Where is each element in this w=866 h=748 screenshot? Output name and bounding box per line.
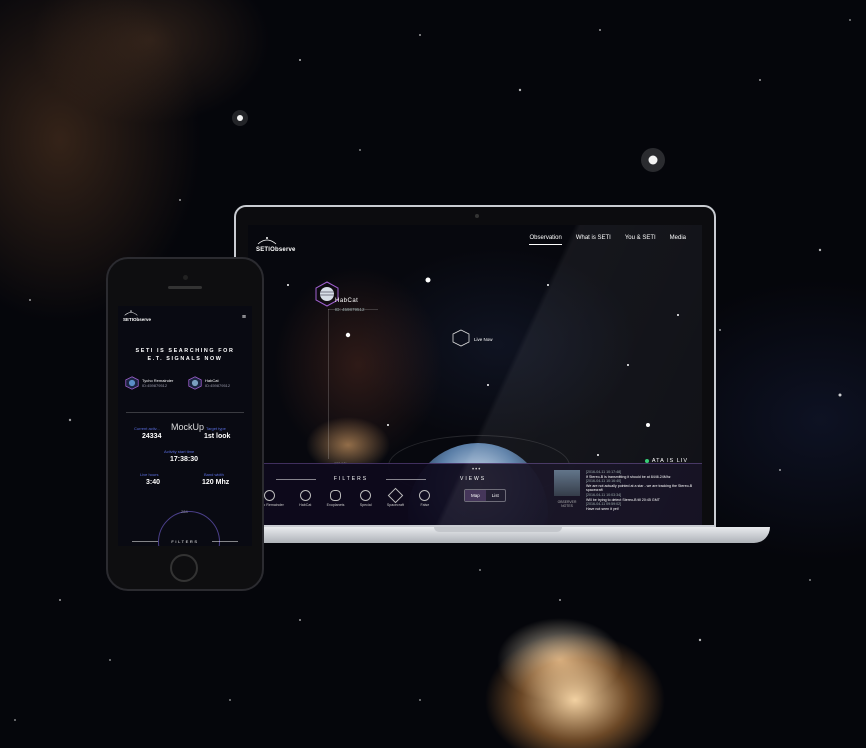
phone-target-tycho[interactable]: Tycho Remainder ID:459879512 bbox=[125, 376, 173, 390]
brand-label: SETIObserve bbox=[256, 247, 296, 253]
stat-current-label: Current activ... bbox=[134, 426, 160, 431]
phone-filters-title[interactable]: FILTERS bbox=[132, 539, 238, 544]
stat-target-value: 1st look bbox=[204, 433, 231, 440]
stat-band-value: 120 Mhz bbox=[202, 479, 230, 486]
nav-you-and-seti[interactable]: You & SETI bbox=[625, 235, 656, 245]
note-item: [2016-04-11 10:17:48] If Stereo-B is tran… bbox=[586, 470, 671, 479]
stat-start-value: 17:38:30 bbox=[170, 456, 199, 463]
stat-current-value: 24334 bbox=[142, 433, 162, 440]
notes-list: [2016-04-11 10:17:48] If Stereo-B is tran… bbox=[586, 470, 700, 511]
panel-handle[interactable]: ••• bbox=[472, 467, 481, 473]
views-toggle: Map List bbox=[464, 489, 506, 502]
laptop-camera bbox=[475, 214, 479, 218]
nav-what-is-seti[interactable]: What is SETI bbox=[576, 235, 611, 245]
nav-observation[interactable]: Observation bbox=[529, 235, 562, 245]
observer-notes-caption: OBSERVER NOTES bbox=[557, 500, 577, 508]
observer-photo bbox=[554, 470, 580, 496]
planet-icon bbox=[330, 490, 342, 501]
note-item: [2016-04-11 09:59:02] Have not seen it ye… bbox=[586, 502, 622, 511]
filter-false[interactable]: False bbox=[419, 490, 431, 507]
live-dot-icon bbox=[644, 458, 649, 463]
laptop-base bbox=[226, 527, 770, 543]
stat-start-label: Activity start time bbox=[164, 449, 195, 454]
stat-target-label: Target type bbox=[206, 426, 226, 431]
target-guide-line bbox=[328, 309, 329, 459]
phone-arc-number: 284 bbox=[181, 509, 188, 514]
filter-exoplanets[interactable]: Exoplanets bbox=[327, 490, 344, 507]
filters-title: FILTERS bbox=[276, 476, 426, 482]
live-now-label: Live Now bbox=[474, 337, 493, 342]
hamburger-icon[interactable]: ≡ bbox=[242, 314, 246, 321]
filter-special[interactable]: Special bbox=[360, 490, 372, 507]
satellite-icon bbox=[387, 487, 404, 504]
note-item: [2016-04-11 10:03:34] Will be trying to d… bbox=[586, 492, 660, 502]
live-target-icon[interactable] bbox=[452, 329, 470, 347]
note-item: [2016-04-11 10:16:40] We are not actually… bbox=[586, 479, 693, 493]
stat-live-label: Live hours bbox=[140, 472, 159, 477]
views-title: VIEWS bbox=[460, 476, 487, 482]
phone-headline: SETI IS SEARCHING FOR E.T. SIGNALS NOW bbox=[135, 348, 235, 362]
habcat-icon bbox=[299, 490, 311, 501]
phone-home-button[interactable] bbox=[170, 554, 198, 582]
nav-media[interactable]: Media bbox=[670, 235, 686, 245]
target-id: ID: 459879512 bbox=[335, 307, 365, 312]
habcat-target-icon bbox=[188, 376, 202, 390]
phone-frame: SETIObserve ≡ SETI IS SEARCHING FOR E.T.… bbox=[106, 257, 264, 591]
phone-target-habcat[interactable]: HabCat ID:459879512 bbox=[188, 376, 230, 390]
tycho-target-icon bbox=[125, 376, 139, 390]
top-nav: Observation What is SETI You & SETI Medi… bbox=[529, 235, 686, 245]
laptop-notch bbox=[434, 527, 562, 532]
tycho-icon bbox=[264, 490, 276, 501]
seti-logo-icon bbox=[257, 237, 277, 245]
filter-spacecraft[interactable]: Spacecraft bbox=[387, 487, 404, 507]
target-name: HabCat bbox=[335, 298, 359, 304]
stat-live-value: 3:40 bbox=[146, 479, 161, 486]
laptop-brand[interactable]: SETIObserve bbox=[256, 235, 296, 253]
phone-speaker bbox=[168, 286, 202, 289]
phone-brand[interactable]: SETIObserve bbox=[123, 309, 151, 322]
laptop-screen: SETIObserve Observation What is SETI You… bbox=[248, 225, 702, 525]
special-icon bbox=[360, 490, 372, 501]
laptop-frame: SETIObserve Observation What is SETI You… bbox=[234, 205, 716, 527]
phone-brand-label: SETIObserve bbox=[123, 317, 152, 322]
bottom-panel: ••• FILTERS Tycho Remainder HabCat Exopl… bbox=[248, 463, 702, 525]
phone-divider bbox=[126, 412, 244, 413]
stat-band-label: Band width bbox=[204, 472, 224, 477]
view-map-button[interactable]: Map bbox=[465, 490, 486, 501]
view-list-button[interactable]: List bbox=[486, 490, 505, 501]
phone-camera bbox=[183, 275, 188, 280]
mockup-watermark: MockUp bbox=[171, 422, 205, 432]
filter-habcat[interactable]: HabCat bbox=[299, 490, 311, 507]
filter-list: Tycho Remainder HabCat Exoplanets Specia… bbox=[248, 487, 438, 507]
false-icon bbox=[419, 490, 431, 501]
phone-screen: SETIObserve ≡ SETI IS SEARCHING FOR E.T.… bbox=[118, 306, 252, 546]
seti-logo-icon bbox=[124, 310, 138, 316]
